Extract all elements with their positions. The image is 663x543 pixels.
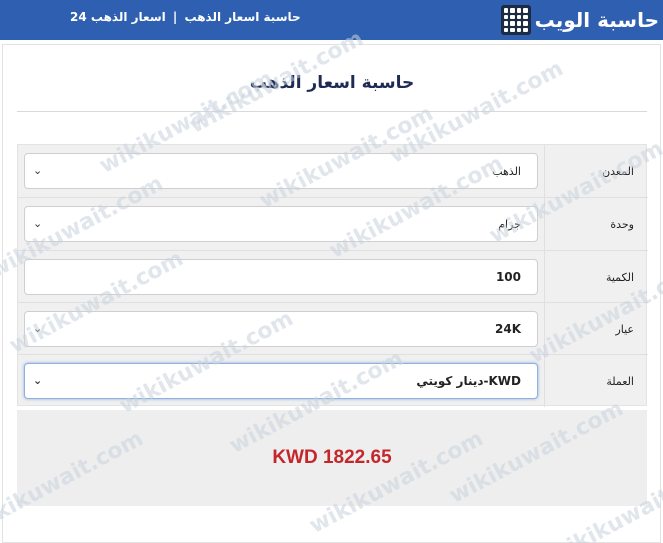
currency-select[interactable]: KWD-دينار كويتي ⌄ xyxy=(24,363,538,399)
currency-select-value: KWD-دينار كويتي xyxy=(416,374,521,388)
result-panel: KWD 1822.65 xyxy=(17,410,647,506)
nav-link-gold-prices[interactable]: اسعار الذهب 24 xyxy=(70,10,166,24)
unit-select-value: جرام xyxy=(498,217,521,231)
unit-label: وحدة xyxy=(544,198,648,250)
chevron-down-icon: ⌄ xyxy=(33,373,43,387)
chevron-down-icon: ⌄ xyxy=(33,321,43,335)
metal-select[interactable]: الذهب ⌄ xyxy=(24,153,538,189)
site-logo[interactable]: حاسبة الويب xyxy=(500,4,659,36)
result-value: KWD 1822.65 xyxy=(272,447,392,468)
calculator-card: حاسبة اسعار الذهب المعدن الذهب ⌄ وحدة جر… xyxy=(2,44,661,543)
page-title: حاسبة اسعار الذهب xyxy=(249,73,415,93)
chevron-down-icon: ⌄ xyxy=(33,216,43,230)
unit-select[interactable]: جرام ⌄ xyxy=(24,206,538,242)
logo-text: حاسبة الويب xyxy=(534,8,659,32)
metal-label: المعدن xyxy=(544,145,648,197)
top-nav: حاسبة اسعار الذهب | اسعار الذهب 24 xyxy=(70,10,301,24)
top-bar: حاسبة اسعار الذهب | اسعار الذهب 24 حاسبة… xyxy=(0,0,663,40)
karat-label: عيار xyxy=(544,303,648,355)
currency-label: العملة xyxy=(544,355,648,407)
nav-separator: | xyxy=(172,10,178,24)
calculator-form: المعدن الذهب ⌄ وحدة جرام ⌄ الكمية 100 عي… xyxy=(17,144,648,407)
quantity-input[interactable]: 100 xyxy=(24,259,538,295)
nav-link-gold-calculator[interactable]: حاسبة اسعار الذهب xyxy=(185,10,301,24)
quantity-input-value: 100 xyxy=(495,270,521,284)
chevron-down-icon: ⌄ xyxy=(33,163,43,177)
title-divider xyxy=(17,111,647,112)
karat-select-value: 24K xyxy=(495,322,521,336)
karat-select[interactable]: 24K ⌄ xyxy=(24,311,538,347)
metal-select-value: الذهب xyxy=(492,164,521,178)
calculator-icon xyxy=(500,5,531,35)
quantity-label: الكمية xyxy=(544,251,648,303)
